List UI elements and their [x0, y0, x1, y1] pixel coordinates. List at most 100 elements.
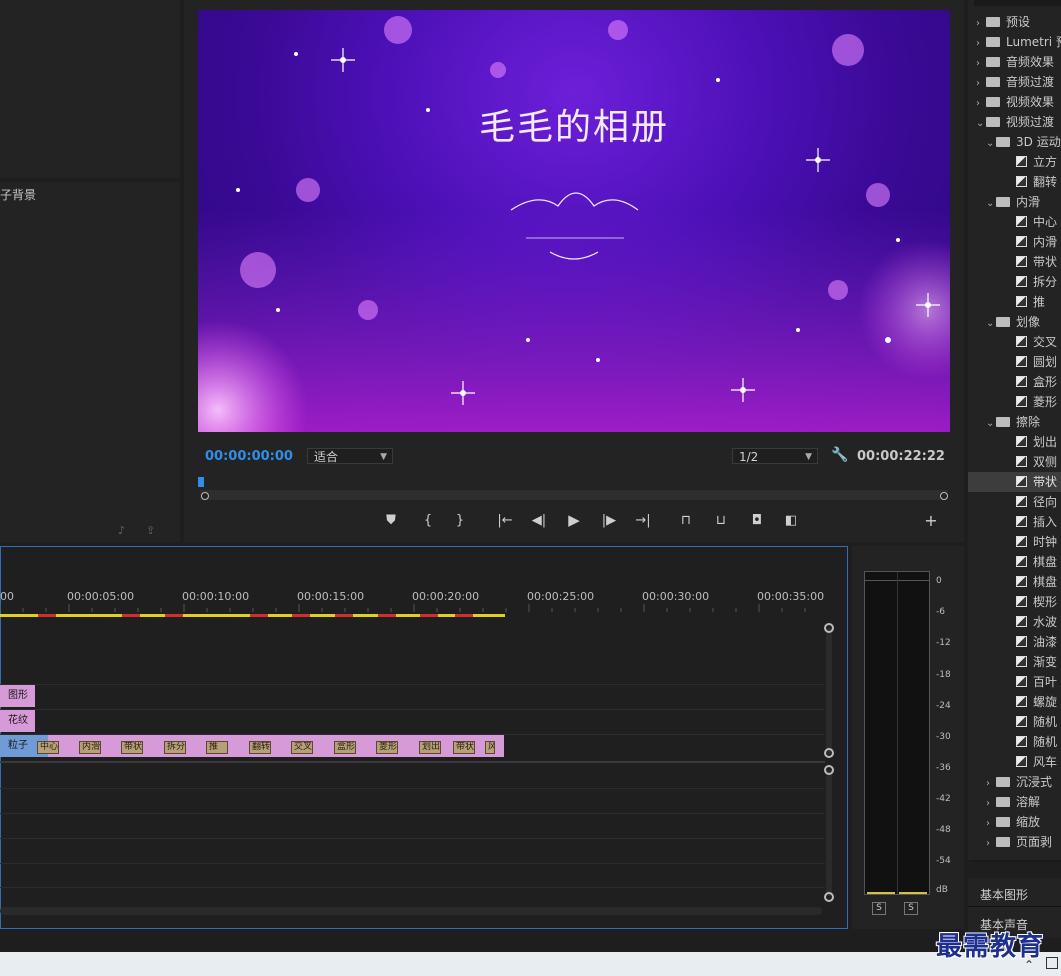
- effect-folder[interactable]: › 页面剥: [968, 832, 1061, 852]
- track-divider: [0, 838, 825, 839]
- solo-left-button[interactable]: S: [872, 902, 886, 915]
- effect-item[interactable]: 翻转: [968, 172, 1061, 192]
- mark-out-icon[interactable]: }: [450, 513, 470, 528]
- effect-item[interactable]: 随机: [968, 732, 1061, 752]
- transition-clip[interactable]: 盒形: [334, 741, 356, 754]
- transition-clip[interactable]: 菱形: [376, 741, 398, 754]
- transition-clip[interactable]: 交叉: [291, 741, 313, 754]
- effect-folder[interactable]: ⌄ 视频过渡: [968, 112, 1061, 132]
- scroll-handle-bottom[interactable]: [824, 892, 834, 902]
- tab-essential-graphics[interactable]: 基本图形: [980, 886, 1028, 903]
- project-item-label[interactable]: 子背景: [0, 186, 36, 203]
- compare-icon[interactable]: ◧: [781, 513, 801, 528]
- effect-label: 交叉: [1033, 335, 1058, 349]
- effect-item[interactable]: 百叶: [968, 672, 1061, 692]
- effect-folder[interactable]: › 视频效果: [968, 92, 1061, 112]
- effect-item[interactable]: 楔形: [968, 592, 1061, 612]
- wrench-icon[interactable]: 🔧: [831, 447, 848, 463]
- scrub-start-handle[interactable]: [201, 492, 209, 500]
- effect-item[interactable]: 拆分: [968, 272, 1061, 292]
- effect-folder[interactable]: › 溶解: [968, 792, 1061, 812]
- effect-item[interactable]: 螺旋: [968, 692, 1061, 712]
- effect-item[interactable]: 交叉: [968, 332, 1061, 352]
- effect-item[interactable]: 带状: [968, 252, 1061, 272]
- effect-item[interactable]: 插入: [968, 512, 1061, 532]
- export-icon[interactable]: ⇪: [146, 524, 155, 537]
- scrub-end-handle[interactable]: [940, 492, 948, 500]
- video-tracks-scrollbar[interactable]: [826, 628, 832, 754]
- effect-item[interactable]: 菱形: [968, 392, 1061, 412]
- transition-clip[interactable]: 中心: [37, 741, 59, 754]
- effect-folder[interactable]: › Lumetri 预: [968, 32, 1061, 52]
- timeline-horizontal-scrollbar[interactable]: [0, 907, 822, 915]
- extract-icon[interactable]: ⊔: [711, 513, 731, 528]
- fit-select[interactable]: 适合 ▼: [307, 448, 393, 464]
- effect-item[interactable]: 油漆: [968, 632, 1061, 652]
- effect-folder[interactable]: › 音频效果: [968, 52, 1061, 72]
- effect-item[interactable]: 划出: [968, 432, 1061, 452]
- step-back-icon[interactable]: ◀|: [529, 513, 549, 528]
- effect-item[interactable]: 推: [968, 292, 1061, 312]
- play-icon[interactable]: ▶: [564, 511, 584, 529]
- marker-icon[interactable]: ⛊: [381, 513, 401, 528]
- mark-in-icon[interactable]: {: [418, 513, 438, 528]
- lift-icon[interactable]: ⊓: [676, 513, 696, 528]
- effect-folder[interactable]: ⌄ 擦除: [968, 412, 1061, 432]
- effect-item[interactable]: 棋盘: [968, 552, 1061, 572]
- camera-icon[interactable]: ◘: [747, 513, 767, 528]
- go-to-out-icon[interactable]: →|: [633, 513, 653, 528]
- transition-clip[interactable]: 推: [206, 741, 228, 754]
- resolution-select[interactable]: 1/2 ▼: [732, 448, 818, 464]
- current-timecode[interactable]: 00:00:00:00: [205, 449, 293, 464]
- effect-item[interactable]: 中心: [968, 212, 1061, 232]
- effect-item[interactable]: 带状: [968, 472, 1061, 492]
- transition-clip[interactable]: 翻转: [249, 741, 271, 754]
- effect-item[interactable]: 渐变: [968, 652, 1061, 672]
- scroll-handle-top[interactable]: [824, 765, 834, 775]
- effect-item[interactable]: 时钟: [968, 532, 1061, 552]
- effects-search-field[interactable]: [974, 0, 1061, 6]
- transition-clip[interactable]: 拆分: [164, 741, 186, 754]
- effect-folder[interactable]: › 预设: [968, 12, 1061, 32]
- clip-graphics[interactable]: 图形: [0, 685, 35, 707]
- effect-item[interactable]: 立方: [968, 152, 1061, 172]
- transition-clip[interactable]: 划出: [419, 741, 441, 754]
- chevron-down-icon: ⌄: [986, 418, 995, 429]
- effect-folder[interactable]: ⌄ 内滑: [968, 192, 1061, 212]
- effect-item[interactable]: 风车: [968, 752, 1061, 772]
- audio-tracks-scrollbar[interactable]: [826, 770, 832, 896]
- folder-icon: [986, 57, 1000, 67]
- effect-folder[interactable]: › 音频过渡: [968, 72, 1061, 92]
- effect-item[interactable]: 水波: [968, 612, 1061, 632]
- effect-item[interactable]: 径向: [968, 492, 1061, 512]
- effect-item[interactable]: 圆划: [968, 352, 1061, 372]
- scrub-bar[interactable]: [200, 490, 948, 500]
- effect-label: Lumetri 预: [1006, 35, 1061, 49]
- clip-pattern[interactable]: 花纹: [0, 710, 35, 732]
- transition-clip[interactable]: 带状: [121, 741, 143, 754]
- effect-item[interactable]: 双侧: [968, 452, 1061, 472]
- effect-label: 划出: [1033, 435, 1058, 449]
- transition-clip[interactable]: 内滑: [79, 741, 101, 754]
- add-icon[interactable]: +: [921, 511, 941, 530]
- transition-icon: [1016, 296, 1027, 307]
- solo-right-button[interactable]: S: [904, 902, 918, 915]
- playhead-marker[interactable]: [198, 477, 204, 487]
- effect-folder[interactable]: ⌄ 划像: [968, 312, 1061, 332]
- scroll-handle-top[interactable]: [824, 623, 834, 633]
- scroll-handle-bottom[interactable]: [824, 748, 834, 758]
- music-icon[interactable]: ♪: [118, 524, 125, 537]
- effect-item[interactable]: 盒形: [968, 372, 1061, 392]
- effect-folder[interactable]: › 沉浸式: [968, 772, 1061, 792]
- effect-item[interactable]: 内滑: [968, 232, 1061, 252]
- effect-item[interactable]: 棋盘: [968, 572, 1061, 592]
- effect-folder[interactable]: ⌄ 3D 运动: [968, 132, 1061, 152]
- folder-icon: [996, 137, 1010, 147]
- window-icon[interactable]: [1046, 957, 1058, 969]
- effect-item[interactable]: 随机: [968, 712, 1061, 732]
- step-forward-icon[interactable]: |▶: [599, 513, 619, 528]
- effect-folder[interactable]: › 缩放: [968, 812, 1061, 832]
- transition-clip[interactable]: 带状: [453, 741, 475, 754]
- go-to-in-icon[interactable]: |←: [495, 513, 515, 528]
- transition-clip[interactable]: 风: [485, 741, 495, 754]
